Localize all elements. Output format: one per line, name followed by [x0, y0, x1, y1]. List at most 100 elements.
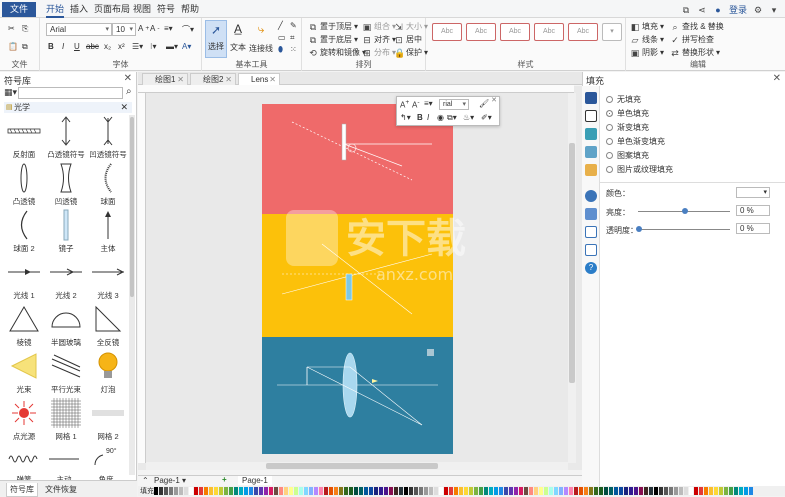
subscript-icon[interactable]: x₂ — [104, 42, 111, 51]
menu-symbol[interactable]: 符号 — [157, 3, 175, 16]
italic-icon[interactable]: I — [427, 113, 429, 122]
tab-drawing1[interactable]: 绘图1 ✕ — [142, 73, 188, 85]
brightness-slider-knob[interactable] — [682, 208, 688, 214]
symbol-concave-lens[interactable]: 凹透镜 — [46, 163, 86, 207]
color-swatch[interactable] — [494, 487, 498, 495]
color-swatch[interactable] — [479, 487, 483, 495]
style-swatch-1[interactable]: Abc — [432, 23, 462, 41]
color-swatch[interactable] — [214, 487, 218, 495]
line-style-icon[interactable]: ♨▾ — [463, 113, 474, 122]
color-swatch[interactable] — [339, 487, 343, 495]
add-page-icon[interactable]: + — [222, 475, 227, 484]
color-swatch[interactable] — [394, 487, 398, 495]
option-no-fill[interactable]: 无填充 — [606, 94, 641, 105]
color-swatch[interactable] — [569, 487, 573, 495]
find-replace-button[interactable]: ⌕ 查找 & 替换 — [670, 21, 723, 32]
color-swatch[interactable] — [504, 487, 508, 495]
color-swatch[interactable] — [704, 487, 708, 495]
color-swatch[interactable] — [709, 487, 713, 495]
color-swatch[interactable] — [244, 487, 248, 495]
menu-home[interactable]: 开始 — [46, 3, 65, 18]
color-swatch[interactable] — [464, 487, 468, 495]
menu-help[interactable]: 帮助 — [181, 3, 199, 16]
theme-tab-icon[interactable] — [585, 208, 597, 220]
underline-icon[interactable]: U — [74, 42, 80, 51]
float-font-select[interactable]: rial ▾ — [439, 99, 469, 110]
angle-symbol[interactable]: 90° 角度 — [86, 444, 126, 485]
search-icon[interactable]: ⌕ — [126, 86, 132, 97]
connector-icon[interactable]: ↰▾ — [400, 113, 411, 122]
align-icon[interactable]: ≡▾ — [424, 99, 433, 108]
list-icon[interactable]: ☰▾ — [132, 42, 143, 51]
shrink-font-icon[interactable]: A- — [412, 99, 420, 110]
color-swatch[interactable] — [749, 487, 753, 495]
vertical-scrollbar[interactable] — [568, 93, 576, 463]
feedback-icon[interactable]: ⧉ — [681, 5, 691, 15]
color-swatch[interactable] — [174, 487, 178, 495]
color-swatch[interactable] — [379, 487, 383, 495]
color-swatch[interactable] — [744, 487, 748, 495]
text-button[interactable]: A̲ 文本 — [230, 22, 246, 53]
style-swatch-4[interactable]: Abc — [534, 23, 564, 41]
color-swatch[interactable] — [689, 487, 693, 495]
curve-icon[interactable]: ⌒▾ — [182, 24, 194, 35]
color-swatch[interactable] — [199, 487, 203, 495]
line-button[interactable]: ▱ 线条 ▾ — [630, 34, 664, 45]
edit-icon[interactable]: ✐▾ — [481, 113, 492, 122]
font-name-select[interactable]: Arial ▾ — [46, 23, 112, 36]
align-button[interactable]: ⊟ 对齐 ▾ — [362, 34, 396, 45]
color-swatch[interactable] — [529, 487, 533, 495]
format-painter-icon[interactable]: 🖌 — [479, 99, 489, 108]
color-swatch[interactable] — [424, 487, 428, 495]
color-swatch[interactable] — [539, 487, 543, 495]
style-more-button[interactable]: ▾ — [602, 23, 622, 41]
font-color-icon[interactable]: A▾ — [182, 42, 191, 51]
symbol-object-arrow[interactable]: 主体 — [88, 210, 128, 254]
menu-insert[interactable]: 插入 — [70, 3, 88, 16]
fill-button[interactable]: ◧ 填充 ▾ — [630, 21, 664, 32]
symbol-mirror[interactable]: 镜子 — [46, 209, 86, 254]
brightness-input[interactable]: 0 % — [736, 205, 770, 216]
color-swatch[interactable] — [344, 487, 348, 495]
transparency-input[interactable]: 0 % — [736, 223, 770, 234]
color-swatch[interactable] — [194, 487, 198, 495]
color-swatch[interactable] — [304, 487, 308, 495]
group-button[interactable]: ▣ 组合 ▾ — [362, 21, 396, 32]
color-swatch[interactable] — [594, 487, 598, 495]
color-swatch[interactable] — [369, 487, 373, 495]
symbol-concave-lens-symbol[interactable]: 凹透镜符号 — [88, 116, 128, 160]
align-icon[interactable]: ≡▾ — [164, 24, 173, 33]
color-swatch[interactable] — [364, 487, 368, 495]
color-swatch[interactable] — [589, 487, 593, 495]
color-swatch[interactable] — [644, 487, 648, 495]
color-swatch[interactable] — [559, 487, 563, 495]
bold-icon[interactable]: B — [417, 113, 423, 122]
cut-icon[interactable]: ✂ — [8, 24, 15, 33]
color-swatch[interactable] — [184, 487, 188, 495]
document-tab-icon[interactable] — [585, 226, 597, 238]
symbol-spherical-surface[interactable]: 球面 — [88, 163, 128, 207]
color-swatch[interactable] — [299, 487, 303, 495]
bold-icon[interactable]: B — [48, 42, 54, 51]
color-swatch[interactable] — [284, 487, 288, 495]
symbol-light-beam[interactable]: 光束 — [4, 351, 44, 395]
color-swatch[interactable] — [314, 487, 318, 495]
color-swatch[interactable] — [674, 487, 678, 495]
login-link[interactable]: 登录 — [729, 3, 747, 16]
grow-font-icon[interactable]: A+ — [400, 99, 409, 110]
copy-icon[interactable]: ⧉ — [22, 42, 28, 52]
protect-button[interactable]: 🔒 保护 ▾ — [394, 47, 428, 58]
help-icon[interactable]: ? — [585, 262, 597, 274]
fill-tab-icon[interactable] — [585, 92, 597, 104]
color-swatch[interactable] — [324, 487, 328, 495]
color-swatch[interactable] — [544, 487, 548, 495]
color-swatch[interactable] — [259, 487, 263, 495]
paste-icon[interactable]: 📋 — [8, 42, 18, 51]
symbol-parallel-beam[interactable]: 平行光束 — [46, 351, 86, 395]
symbol-point-source[interactable]: 点光源 — [4, 398, 44, 442]
color-swatch[interactable] — [349, 487, 353, 495]
style-swatch-2[interactable]: Abc — [466, 23, 496, 41]
bring-to-front-button[interactable]: ⧉ 置于顶层 ▾ — [308, 21, 358, 32]
color-swatch[interactable] — [334, 487, 338, 495]
library-menu-icon[interactable]: ▦▾ — [4, 87, 17, 98]
